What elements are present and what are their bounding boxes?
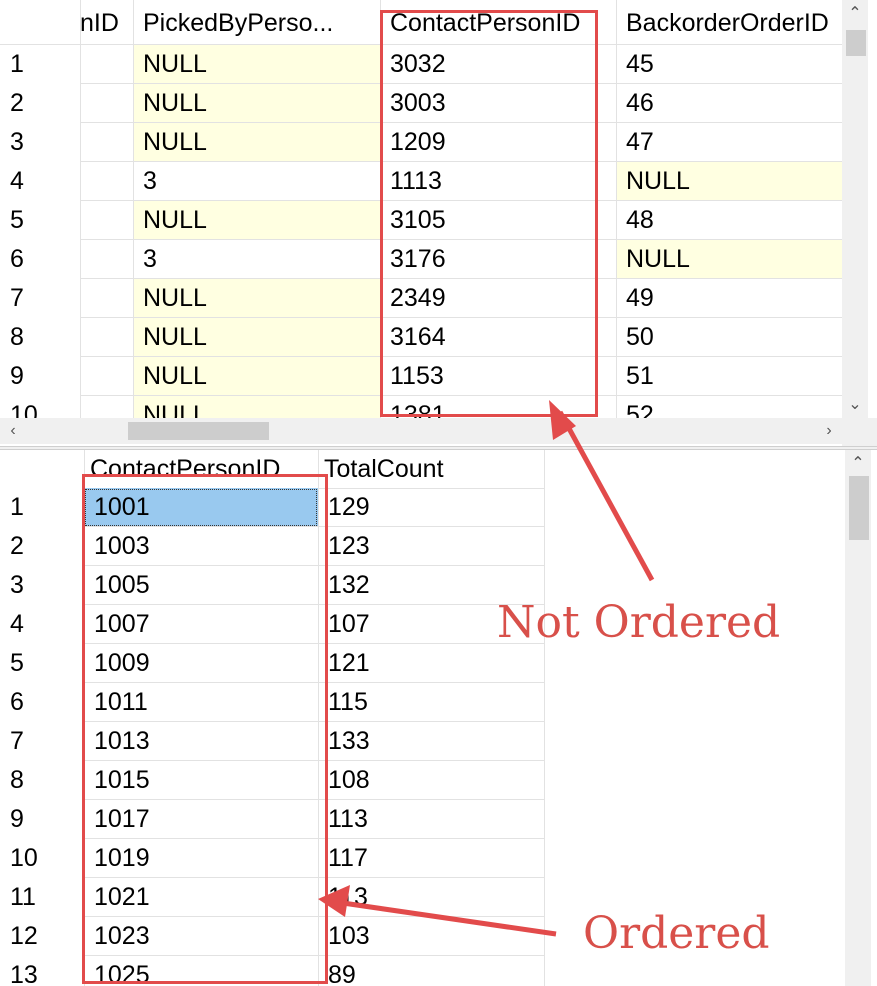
table-cell-backorder[interactable]: NULL xyxy=(616,162,842,201)
chevron-right-icon[interactable]: › xyxy=(816,418,842,444)
table-cell-totalcount[interactable]: 123 xyxy=(318,527,544,566)
bottom-vertical-scrollbar[interactable]: ⌃ xyxy=(845,450,871,986)
table-cell[interactable] xyxy=(80,279,133,318)
row-number: 6 xyxy=(10,245,24,273)
ordered-label: Ordered xyxy=(583,908,770,959)
row-number: 4 xyxy=(10,167,24,195)
chevron-down-icon[interactable]: ⌄ xyxy=(842,395,868,415)
col-header-backorder[interactable]: BackorderOrderID xyxy=(616,2,842,44)
row-number: 5 xyxy=(10,649,24,677)
row-number: 2 xyxy=(10,89,24,117)
row-number: 13 xyxy=(10,961,38,986)
row-number: 6 xyxy=(10,688,24,716)
table-cell-totalcount[interactable]: 103 xyxy=(318,917,544,956)
table-cell-pickedby[interactable]: NULL xyxy=(133,318,380,357)
table-cell-backorder[interactable]: 50 xyxy=(616,318,842,357)
table-cell-pickedby[interactable]: NULL xyxy=(133,201,380,240)
table-cell-totalcount[interactable]: 89 xyxy=(318,956,544,986)
table-cell-totalcount[interactable]: 115 xyxy=(318,683,544,722)
table-cell-pickedby[interactable]: NULL xyxy=(133,84,380,123)
row-number: 3 xyxy=(10,571,24,599)
table-cell-backorder[interactable]: 51 xyxy=(616,357,842,396)
column-divider xyxy=(616,0,617,418)
table-cell[interactable] xyxy=(80,357,133,396)
col-header-nid[interactable]: nID xyxy=(80,2,133,44)
row-number: 5 xyxy=(10,206,24,234)
row-number: 11 xyxy=(10,883,36,911)
bottom-vscroll-thumb[interactable] xyxy=(849,476,869,540)
table-cell-backorder[interactable]: 48 xyxy=(616,201,842,240)
table-cell-backorder[interactable]: 49 xyxy=(616,279,842,318)
table-cell[interactable] xyxy=(80,201,133,240)
row-number: 3 xyxy=(10,128,24,156)
table-cell[interactable] xyxy=(80,240,133,279)
table-cell-totalcount[interactable]: 133 xyxy=(318,722,544,761)
row-number: 12 xyxy=(10,922,38,950)
table-cell-backorder[interactable]: 45 xyxy=(616,45,842,84)
top-vertical-scrollbar[interactable]: ⌃ ⌄ xyxy=(842,0,868,418)
column-divider xyxy=(80,0,81,418)
ordered-highlight-box xyxy=(82,474,328,984)
table-cell-pickedby[interactable]: NULL xyxy=(133,123,380,162)
not-ordered-highlight-box xyxy=(380,10,598,417)
scroll-corner xyxy=(842,418,877,446)
table-cell-pickedby[interactable]: NULL xyxy=(133,45,380,84)
row-number: 9 xyxy=(10,805,24,833)
chevron-up-icon[interactable]: ⌃ xyxy=(845,454,871,474)
table-cell[interactable] xyxy=(80,45,133,84)
table-cell-totalcount[interactable]: 129 xyxy=(318,488,544,527)
table-cell-totalcount[interactable]: 117 xyxy=(318,839,544,878)
top-horizontal-scrollbar[interactable]: ‹ › xyxy=(0,418,842,444)
table-cell[interactable] xyxy=(80,318,133,357)
row-number: 7 xyxy=(10,284,24,312)
table-cell-backorder[interactable]: NULL xyxy=(616,240,842,279)
row-number: 10 xyxy=(10,844,38,872)
table-cell-pickedby[interactable]: 3 xyxy=(133,240,380,279)
row-number: 2 xyxy=(10,532,24,560)
row-number: 4 xyxy=(10,610,24,638)
table-cell-totalcount[interactable]: 113 xyxy=(318,800,544,839)
col-header-pickedby[interactable]: PickedByPerso... xyxy=(133,2,380,44)
row-number: 8 xyxy=(10,323,24,351)
top-vscroll-thumb[interactable] xyxy=(846,30,866,56)
table-cell-backorder[interactable]: 46 xyxy=(616,84,842,123)
table-cell-backorder[interactable]: 47 xyxy=(616,123,842,162)
not-ordered-label: Not Ordered xyxy=(497,597,781,648)
table-cell[interactable] xyxy=(80,162,133,201)
table-cell-pickedby[interactable]: NULL xyxy=(133,279,380,318)
table-cell[interactable] xyxy=(80,123,133,162)
row-number: 8 xyxy=(10,766,24,794)
table-cell-totalcount[interactable]: 113 xyxy=(318,878,544,917)
table-cell-pickedby[interactable]: NULL xyxy=(133,357,380,396)
table-cell-pickedby[interactable]: 3 xyxy=(133,162,380,201)
table-cell-totalcount[interactable]: 121 xyxy=(318,644,544,683)
row-number: 1 xyxy=(10,493,24,521)
column-divider xyxy=(544,450,545,986)
table-cell-totalcount[interactable]: 108 xyxy=(318,761,544,800)
chevron-left-icon[interactable]: ‹ xyxy=(0,418,26,444)
column-divider xyxy=(133,0,134,418)
top-hscroll-thumb[interactable] xyxy=(128,422,269,440)
table-cell[interactable] xyxy=(80,84,133,123)
row-number: 1 xyxy=(10,50,24,78)
chevron-up-icon[interactable]: ⌃ xyxy=(842,4,868,24)
row-number: 9 xyxy=(10,362,24,390)
row-number: 7 xyxy=(10,727,24,755)
col-header-totalcount[interactable]: TotalCount xyxy=(318,450,544,488)
